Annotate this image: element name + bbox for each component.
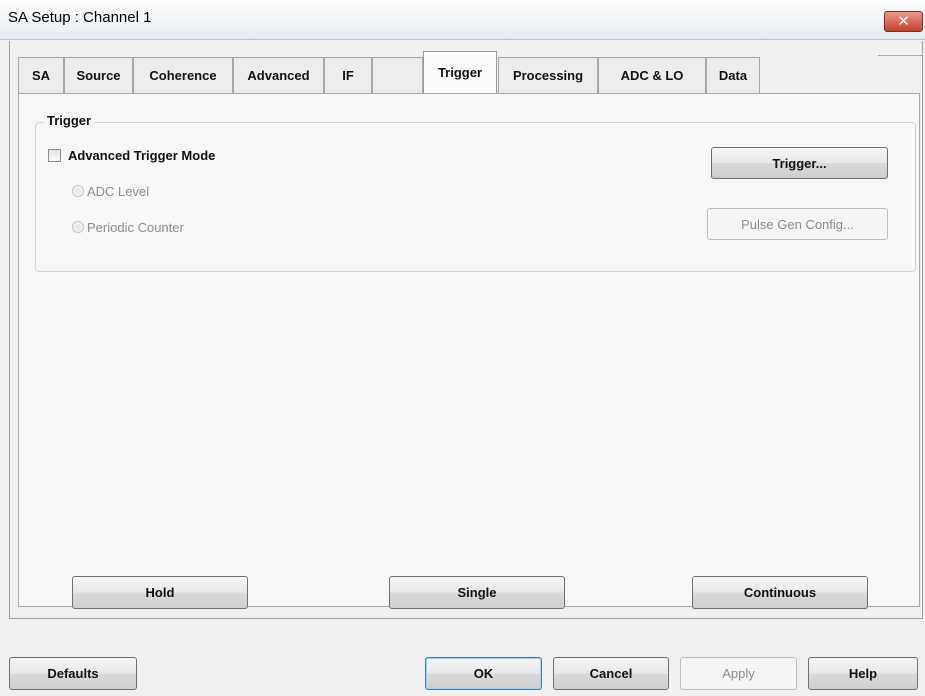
tab-label: Advanced [247,68,310,83]
adc-level-radio[interactable] [72,185,84,197]
cancel-button[interactable]: Cancel [553,657,669,690]
tab-label: Trigger [437,65,483,80]
tab-label: Coherence [149,68,217,83]
tab-label: IF [342,68,354,83]
tab-adc-lo[interactable]: ADC & LO [598,57,706,93]
tab-label: Processing [512,68,584,83]
window-title: SA Setup : Channel 1 [8,9,152,26]
periodic-counter-label: Periodic Counter [87,220,184,235]
help-button[interactable]: Help [808,657,918,690]
button-label: Help [848,666,878,681]
tab-if[interactable]: IF [324,57,372,93]
adc-level-label: ADC Level [87,184,150,199]
tab-label: ADC & LO [620,68,684,83]
advanced-trigger-mode-checkbox[interactable] [48,149,61,162]
title-bar: SA Setup : Channel 1 ✕ [0,0,925,40]
ok-button[interactable]: OK [425,657,542,690]
button-label: Defaults [47,666,99,681]
tab-processing[interactable]: Processing [498,57,598,93]
continuous-button[interactable]: Continuous [692,576,868,609]
tab-source[interactable]: Source [64,57,133,93]
tab-trigger[interactable]: Trigger [423,51,497,93]
tab-strip-rule [878,55,922,56]
pulse-gen-config-button[interactable]: Pulse Gen Config... [707,208,888,240]
advanced-trigger-mode-label[interactable]: Advanced Trigger Mode [68,148,215,163]
hold-button[interactable]: Hold [72,576,248,609]
apply-button[interactable]: Apply [680,657,797,690]
trigger-button[interactable]: Trigger... [711,147,888,179]
periodic-counter-radio[interactable] [72,221,84,233]
tab-label: SA [31,68,51,83]
tab-coherence[interactable]: Coherence [133,57,233,93]
close-icon: ✕ [897,13,910,30]
button-label: Single [457,585,497,600]
button-label: Pulse Gen Config... [741,216,854,232]
trigger-groupbox [35,122,916,272]
button-label: Trigger... [772,155,827,171]
close-button[interactable]: ✕ [884,11,923,32]
tab-advanced[interactable]: Advanced [233,57,324,93]
button-label: Continuous [743,585,817,600]
defaults-button[interactable]: Defaults [9,657,137,690]
button-label: Cancel [589,666,633,681]
button-label: Hold [145,585,175,600]
tab-label: Data [718,68,748,83]
tab-label: Source [76,68,121,83]
tab-data[interactable]: Data [706,57,760,93]
trigger-group-label: Trigger [44,113,95,128]
single-button[interactable]: Single [389,576,565,609]
button-label: OK [473,666,494,681]
tab-sa[interactable]: SA [18,57,64,93]
button-label: Apply [722,666,755,681]
tab-gap-filler [372,57,423,93]
